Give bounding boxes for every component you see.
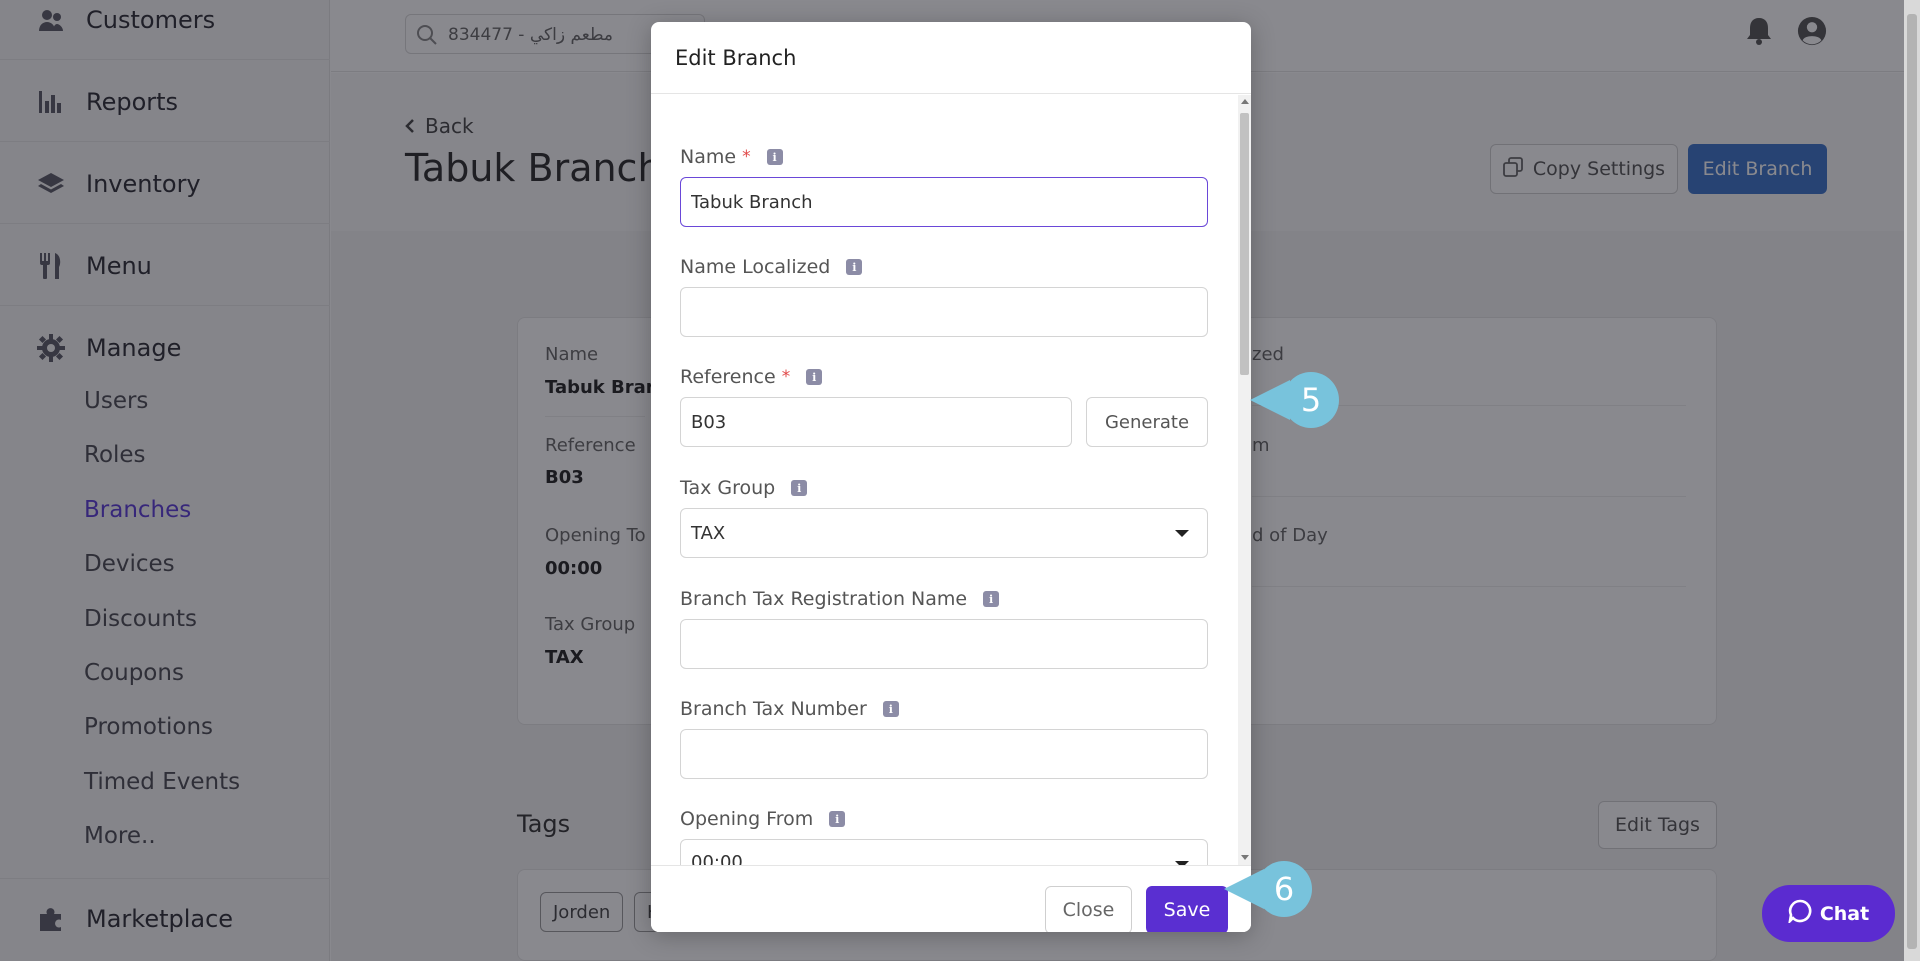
info-icon[interactable]: i [829, 811, 846, 827]
chat-bubble-icon [1787, 899, 1812, 928]
opening-from-field-label: Opening From i [680, 808, 846, 830]
edit-branch-modal: Edit Branch Name*i Name Localizedi Refer… [651, 22, 1251, 932]
generate-button[interactable]: Generate [1086, 397, 1208, 447]
required-asterisk: * [781, 367, 791, 387]
info-icon[interactable]: i [791, 480, 808, 496]
scroll-up-arrow-icon[interactable] [1241, 99, 1249, 104]
page-scrollbar[interactable] [1904, 0, 1920, 961]
reference-field-label: Reference * i [680, 366, 823, 388]
modal-body[interactable]: Name*i Name Localizedi Reference*i Gener… [651, 95, 1251, 865]
scroll-down-arrow-icon[interactable] [1241, 855, 1249, 860]
page-scrollbar-thumb[interactable] [1907, 14, 1917, 949]
tax-reg-name-label-text: Branch Tax Registration Name [680, 588, 968, 610]
tax-group-select[interactable]: TAX [680, 508, 1208, 558]
scrollbar-thumb[interactable] [1240, 113, 1249, 375]
tax-number-field-label: Branch Tax Number i [680, 698, 899, 720]
modal-title: Edit Branch [675, 46, 797, 70]
info-icon[interactable]: i [766, 149, 783, 165]
info-icon[interactable]: i [983, 591, 1000, 607]
tax-group-field-label: Tax Group i [680, 477, 808, 499]
chat-button[interactable]: Chat [1762, 885, 1895, 942]
info-icon[interactable]: i [806, 369, 823, 385]
required-asterisk: * [742, 147, 751, 167]
tax-number-input[interactable] [680, 729, 1208, 779]
opening-from-selected-value: 00:00 [691, 852, 743, 865]
tax-reg-name-field-label: Branch Tax Registration Name i [680, 588, 1000, 610]
tax-group-label-text: Tax Group [680, 477, 776, 499]
info-icon[interactable]: i [882, 701, 899, 717]
modal-footer: Close Save [651, 865, 1251, 932]
name-localized-input[interactable] [680, 287, 1208, 337]
name-localized-field-label: Name Localized i [680, 256, 863, 278]
chat-label: Chat [1819, 902, 1870, 925]
step-callout-5: 5 [1283, 372, 1339, 428]
reference-input[interactable] [680, 397, 1072, 447]
name-label-text: Name [680, 146, 737, 168]
modal-scrollbar[interactable] [1238, 95, 1251, 865]
name-localized-label-text: Name Localized [680, 256, 831, 278]
tax-reg-name-input[interactable] [680, 619, 1208, 669]
save-button[interactable]: Save [1146, 886, 1228, 932]
name-field-label: Name * i [680, 146, 783, 168]
opening-from-select[interactable]: 00:00 [680, 839, 1208, 865]
modal-header: Edit Branch [651, 22, 1251, 94]
name-input[interactable] [680, 177, 1208, 227]
tax-group-selected-value: TAX [691, 522, 726, 544]
caret-down-icon [1175, 530, 1189, 537]
step-callout-6: 6 [1256, 861, 1312, 917]
tax-number-label-text: Branch Tax Number [680, 698, 867, 720]
close-button[interactable]: Close [1045, 886, 1132, 932]
info-icon[interactable]: i [846, 259, 863, 275]
opening-from-label-text: Opening From [680, 808, 814, 830]
reference-label-text: Reference [680, 366, 776, 388]
